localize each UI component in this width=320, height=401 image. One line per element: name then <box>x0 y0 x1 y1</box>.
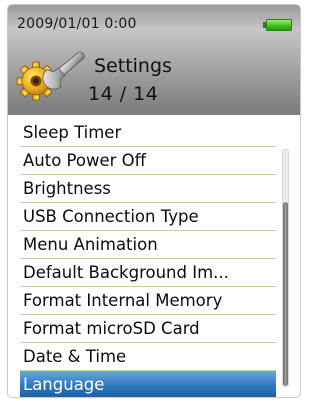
menu-item-auto-power-off[interactable]: Auto Power Off <box>20 147 276 175</box>
scrollbar-thumb[interactable] <box>283 202 288 386</box>
settings-menu-list: Sleep Timer Auto Power Off Brightness US… <box>20 119 276 397</box>
menu-item-brightness[interactable]: Brightness <box>20 175 276 203</box>
menu-item-format-internal-memory[interactable]: Format Internal Memory <box>20 287 276 315</box>
item-counter: 14 / 14 <box>88 83 159 105</box>
battery-icon <box>263 19 292 31</box>
status-datetime: 2009/01/01 0:00 <box>17 16 137 32</box>
header-bar: 2009/01/01 0:00 Settings 14 / 14 <box>8 5 300 115</box>
menu-item-default-background-image[interactable]: Default Background Im... <box>20 259 276 287</box>
menu-item-sleep-timer[interactable]: Sleep Timer <box>20 119 276 147</box>
menu-item-format-microsd-card[interactable]: Format microSD Card <box>20 315 276 343</box>
scrollbar-track[interactable] <box>282 149 289 387</box>
menu-item-usb-connection-type[interactable]: USB Connection Type <box>20 203 276 231</box>
menu-item-menu-animation[interactable]: Menu Animation <box>20 231 276 259</box>
menu-item-language[interactable]: Language <box>20 371 276 397</box>
device-frame: 2009/01/01 0:00 Settings 14 / 14 Sleep T… <box>0 0 306 401</box>
menu-item-date-time[interactable]: Date & Time <box>20 343 276 371</box>
screen: 2009/01/01 0:00 Settings 14 / 14 Sleep T… <box>7 4 301 398</box>
page-title: Settings <box>94 55 172 77</box>
settings-gear-wrench-icon <box>16 51 85 101</box>
